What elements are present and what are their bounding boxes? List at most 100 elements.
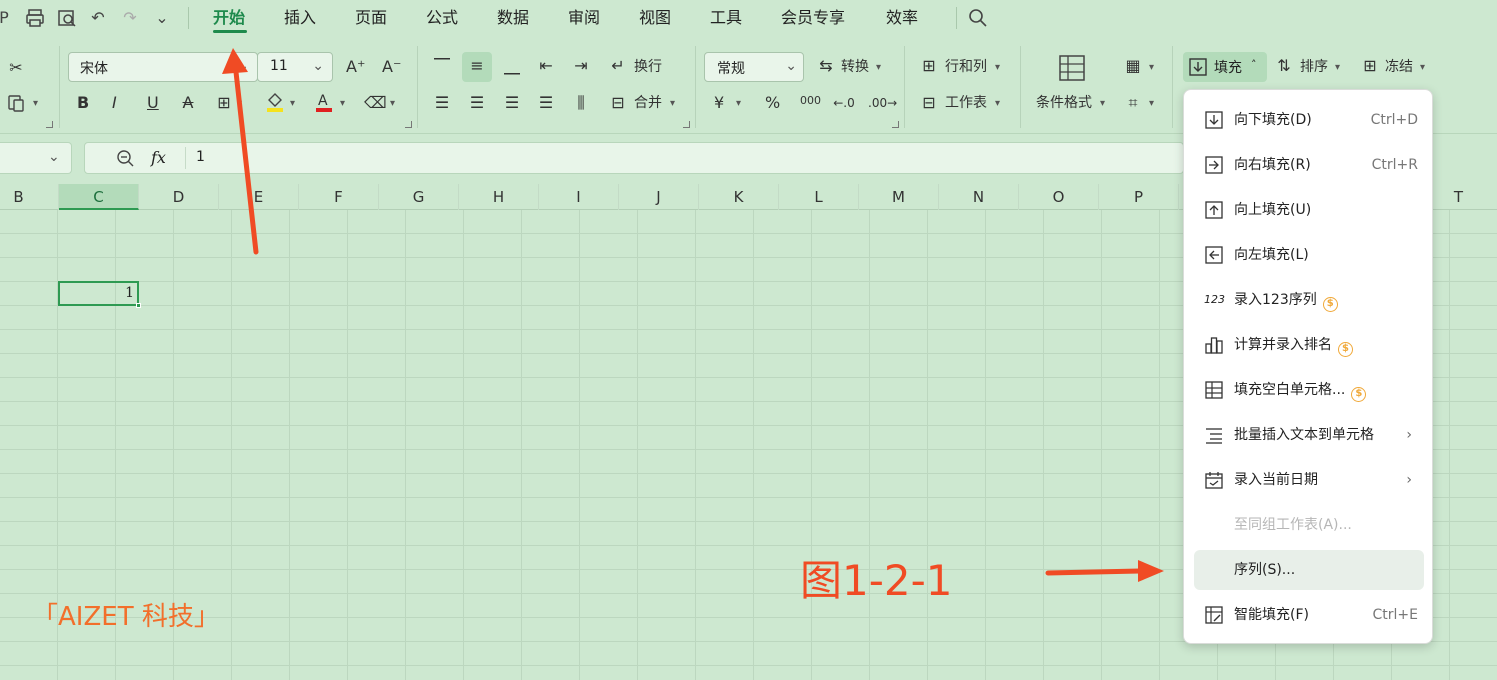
cell-style-chevron-icon[interactable]: ▾ [1149, 62, 1154, 73]
font-color-icon[interactable]: A [313, 91, 335, 118]
fill-color-chevron-icon[interactable]: ▾ [290, 98, 295, 109]
zoom-icon[interactable] [115, 148, 135, 172]
customize-chevron-icon[interactable]: ⌄ [152, 8, 172, 28]
align-top-icon[interactable]: ⎺ [431, 56, 453, 76]
fill-color-icon[interactable] [264, 91, 286, 118]
italic-button[interactable]: I [112, 93, 117, 113]
strikethrough-icon[interactable]: A [177, 93, 199, 113]
font-increase-button[interactable]: A⁺ [346, 57, 365, 77]
selected-cell[interactable]: 1 [58, 281, 141, 308]
merge-button[interactable]: 合并 [634, 93, 662, 113]
merge-chevron-icon[interactable]: ▾ [670, 98, 675, 109]
menu-item-fill-right[interactable]: 向右填充(R) Ctrl+R [1194, 145, 1424, 185]
sort-chevron-icon[interactable]: ▾ [1335, 62, 1340, 73]
menu-item-fill-up[interactable]: 向上填充(U) [1194, 190, 1424, 230]
redo-icon[interactable]: ↷ [120, 8, 140, 28]
tab-data[interactable]: 数据 [497, 8, 529, 28]
clear-format-icon[interactable]: ⌫ [364, 93, 387, 113]
percent-button[interactable]: % [765, 93, 780, 113]
column-header-l[interactable]: L [779, 184, 859, 210]
menu-item-current-date[interactable]: 录入当前日期 › [1194, 460, 1424, 500]
tab-page[interactable]: 页面 [355, 8, 387, 28]
conditional-format-icon[interactable] [1058, 54, 1086, 82]
merge-icon[interactable]: ⊟ [607, 93, 629, 113]
tab-tools[interactable]: 工具 [710, 8, 742, 28]
number-format-select[interactable]: 常规 ⌄ [704, 52, 804, 82]
decrease-indent-icon[interactable]: ⇤ [535, 56, 557, 76]
menu-item-insert-text[interactable]: 批量插入文本到单元格 › [1194, 415, 1424, 455]
column-header-m[interactable]: M [859, 184, 939, 210]
freeze-icon[interactable]: ⊞ [1359, 56, 1381, 76]
tab-home[interactable]: 开始 [213, 8, 245, 28]
tab-formula[interactable]: 公式 [426, 8, 458, 28]
align-center-icon[interactable]: ☰ [466, 93, 488, 113]
rows-cols-icon[interactable]: ⊞ [918, 56, 940, 76]
clipboard-launcher-icon[interactable] [46, 121, 53, 128]
name-box[interactable]: ⌄ [0, 142, 72, 174]
column-header-k[interactable]: K [699, 184, 779, 210]
alignment-launcher-icon[interactable] [683, 121, 690, 128]
column-header-p[interactable]: P [1099, 184, 1179, 210]
crop-icon[interactable]: ⌗ [1122, 93, 1144, 113]
menu-item-fill-left[interactable]: 向左填充(L) [1194, 235, 1424, 275]
align-middle-button[interactable]: ≡ [462, 52, 492, 82]
align-right-icon[interactable]: ☰ [501, 93, 523, 113]
font-name-select[interactable]: 宋体 ⌄ [68, 52, 258, 82]
tab-member[interactable]: 会员专享 [781, 8, 845, 28]
tab-review[interactable]: 审阅 [568, 8, 600, 28]
worksheet-chevron-icon[interactable]: ▾ [995, 98, 1000, 109]
border-icon[interactable]: ⊞ [213, 93, 235, 113]
convert-icon[interactable]: ⇆ [815, 56, 837, 76]
font-launcher-icon[interactable] [405, 121, 412, 128]
column-header-n[interactable]: N [939, 184, 1019, 210]
align-bottom-icon[interactable]: ⎽ [501, 56, 523, 76]
fill-handle[interactable] [136, 303, 141, 308]
worksheet-button[interactable]: 工作表 [945, 93, 987, 113]
tab-insert[interactable]: 插入 [284, 8, 316, 28]
sort-icon[interactable]: ⇅ [1273, 56, 1295, 76]
menu-item-smart-fill[interactable]: 智能填充(F) Ctrl+E [1194, 595, 1424, 635]
decrease-decimal-icon[interactable]: .00→ [868, 93, 897, 113]
underline-button[interactable]: U [147, 93, 159, 113]
rows-cols-chevron-icon[interactable]: ▾ [995, 62, 1000, 73]
print-icon[interactable] [25, 8, 45, 28]
paste-icon[interactable] [5, 93, 27, 118]
column-header-j[interactable]: J [619, 184, 699, 210]
column-header-g[interactable]: G [379, 184, 459, 210]
number-launcher-icon[interactable] [892, 121, 899, 128]
undo-icon[interactable]: ↶ [88, 8, 108, 28]
crop-chevron-icon[interactable]: ▾ [1149, 98, 1154, 109]
menu-item-fill-down[interactable]: 向下填充(D) Ctrl+D [1194, 100, 1424, 140]
bold-button[interactable]: B [77, 93, 89, 113]
border-chevron-icon[interactable]: ▾ [237, 98, 242, 109]
convert-chevron-icon[interactable]: ▾ [876, 62, 881, 73]
tab-efficiency[interactable]: 效率 [886, 8, 918, 28]
align-left-icon[interactable]: ☰ [431, 93, 453, 113]
cell-style-icon[interactable]: ▦ [1122, 56, 1144, 76]
column-header-i[interactable]: I [539, 184, 619, 210]
column-header-e[interactable]: E [219, 184, 299, 210]
currency-chevron-icon[interactable]: ▾ [736, 98, 741, 109]
distribute-icon[interactable]: ⫼ [570, 93, 592, 113]
cut-icon[interactable]: ✂ [5, 58, 27, 78]
worksheet-icon[interactable]: ⊟ [918, 93, 940, 113]
thousands-button[interactable]: 000 [800, 91, 821, 111]
search-icon[interactable] [968, 8, 988, 28]
sort-button[interactable]: 排序 [1300, 57, 1328, 77]
freeze-chevron-icon[interactable]: ▾ [1420, 62, 1425, 73]
save-icon[interactable]: P [0, 8, 14, 28]
wrap-text-icon[interactable]: ↵ [607, 56, 629, 76]
font-size-select[interactable]: 11 ⌄ [257, 52, 333, 82]
freeze-button[interactable]: 冻结 [1385, 57, 1413, 77]
clear-chevron-icon[interactable]: ▾ [390, 98, 395, 109]
menu-item-series-123[interactable]: 123 录入123序列 $ [1194, 280, 1424, 320]
font-decrease-button[interactable]: A⁻ [382, 57, 401, 77]
rows-cols-button[interactable]: 行和列 [945, 57, 987, 77]
fx-icon[interactable]: fx [151, 148, 166, 167]
menu-item-fill-blank[interactable]: 填充空白单元格... $ [1194, 370, 1424, 410]
formula-input[interactable]: fx 1 [84, 142, 1184, 174]
tab-view[interactable]: 视图 [639, 8, 671, 28]
wrap-text-button[interactable]: 换行 [634, 57, 662, 77]
column-header-c[interactable]: C [59, 184, 139, 210]
menu-item-series[interactable]: 序列(S)... [1194, 550, 1424, 590]
